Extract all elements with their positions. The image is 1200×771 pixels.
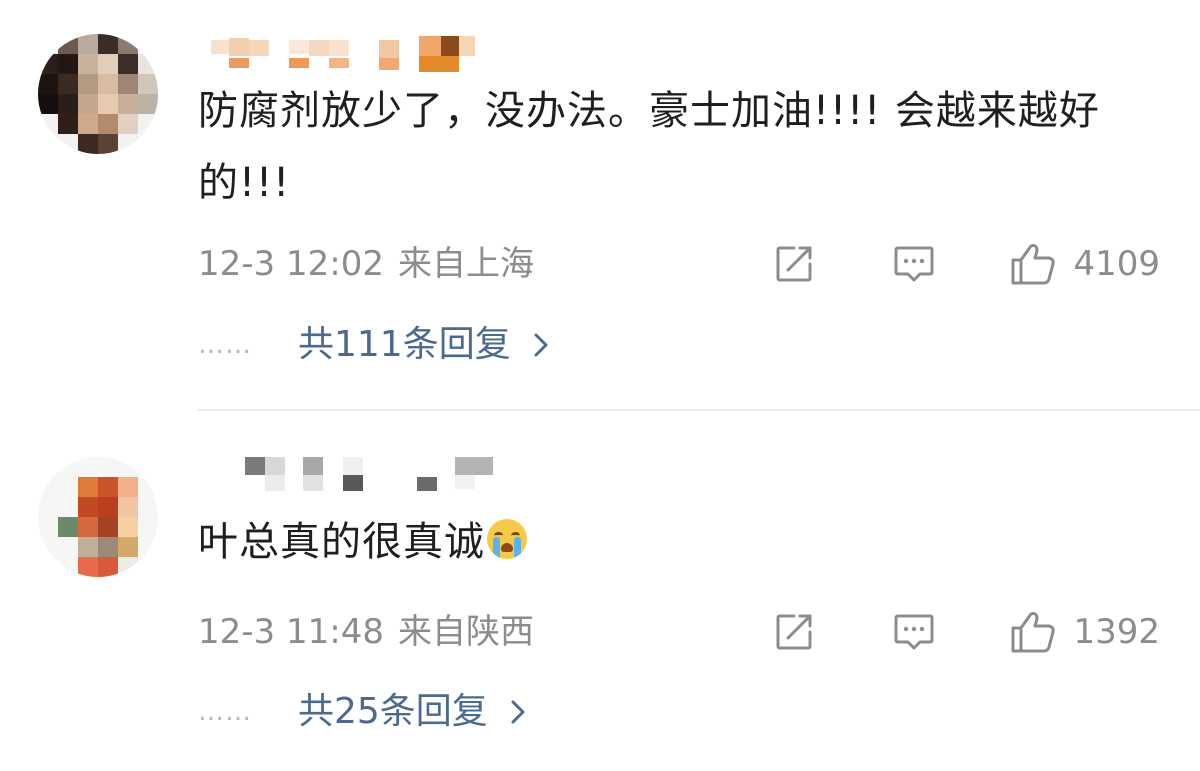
- reply-row: …… 共25条回复: [198, 687, 526, 737]
- thumbs-up-icon: [1011, 612, 1056, 653]
- comment-meta: 12-3 12:02 来自上海 4109: [198, 239, 1160, 289]
- share-icon: [776, 614, 812, 650]
- comment-icon: [894, 246, 934, 282]
- reply-dots: ……: [198, 330, 252, 360]
- chevron-right-icon: [534, 333, 548, 357]
- thumbs-up-icon: [1011, 244, 1056, 285]
- comment-location: 来自陕西: [397, 612, 534, 652]
- avatar[interactable]: [38, 34, 158, 154]
- chevron-right-icon: [511, 700, 525, 724]
- avatar[interactable]: [38, 457, 158, 577]
- share-icon: [776, 246, 812, 282]
- like-count: 1392: [1073, 612, 1160, 652]
- username-blurred[interactable]: [205, 36, 475, 76]
- comment-icon: [894, 614, 934, 650]
- view-replies-link[interactable]: 共111条回复: [298, 320, 549, 370]
- replies-count-label: 共111条回复: [298, 324, 511, 365]
- like-count: 4109: [1073, 244, 1160, 284]
- comment-meta: 12-3 11:48 来自陕西 1392: [198, 607, 1160, 657]
- comment-time: 12-3 12:02: [198, 244, 384, 284]
- comment-item: 防腐剂放少了，没办法。豪士加油!!!! 会越来越好的!!! 12-3 12:02…: [0, 0, 1200, 410]
- like-button[interactable]: 1392: [1009, 607, 1160, 657]
- comment-time: 12-3 11:48: [198, 612, 384, 652]
- comment-text-content: 叶总真的很真诚: [198, 519, 485, 565]
- reply-row: …… 共111条回复: [198, 320, 549, 370]
- like-button[interactable]: 4109: [1009, 239, 1160, 289]
- comment-location: 来自上海: [397, 244, 534, 284]
- share-button[interactable]: [774, 244, 816, 284]
- comment-button[interactable]: [892, 244, 936, 284]
- crying-emoji-icon: [487, 519, 527, 559]
- comment-item: 叶总真的很真诚 12-3 11:48 来自陕西 1392 …… 共25条回复: [0, 411, 1200, 771]
- share-button[interactable]: [774, 612, 816, 652]
- reply-dots: ……: [198, 697, 252, 727]
- username-blurred[interactable]: [245, 453, 495, 493]
- comment-text: 叶总真的很真诚: [198, 506, 1158, 578]
- view-replies-link[interactable]: 共25条回复: [298, 687, 526, 737]
- replies-count-label: 共25条回复: [298, 691, 488, 732]
- comment-button[interactable]: [892, 612, 936, 652]
- comment-text: 防腐剂放少了，没办法。豪士加油!!!! 会越来越好的!!!: [198, 88, 1100, 206]
